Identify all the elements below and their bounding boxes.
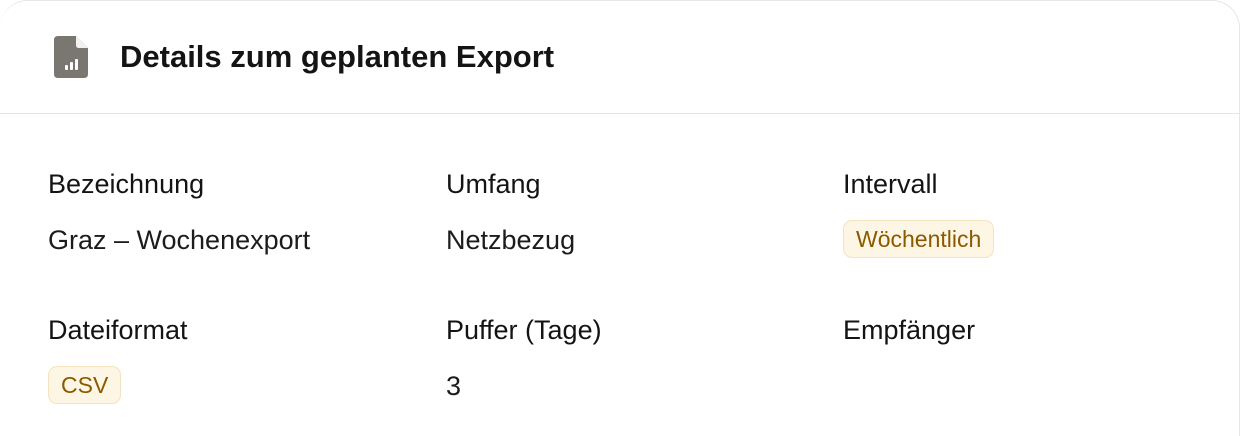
format-badge: CSV: [48, 366, 122, 404]
field-label: Bezeichnung: [48, 169, 205, 199]
page-title: Details zum geplanten Export: [120, 39, 555, 74]
export-details-card: Details zum geplanten Export Bezeichnung…: [0, 0, 1240, 436]
field-value: 3: [446, 371, 462, 401]
field-value: Graz – Wochenexport: [48, 225, 311, 255]
file-chart-icon: [54, 36, 90, 78]
field-value: Netzbezug: [446, 225, 576, 255]
card-header: Details zum geplanten Export: [0, 1, 1240, 114]
field-label: Intervall: [843, 169, 938, 199]
field-label: Empfänger: [843, 315, 976, 345]
field-label: Dateiformat: [48, 315, 188, 345]
interval-badge: Wöchentlich: [843, 220, 995, 258]
field-label: Umfang: [446, 169, 541, 199]
field-label: Puffer (Tage): [446, 315, 602, 345]
